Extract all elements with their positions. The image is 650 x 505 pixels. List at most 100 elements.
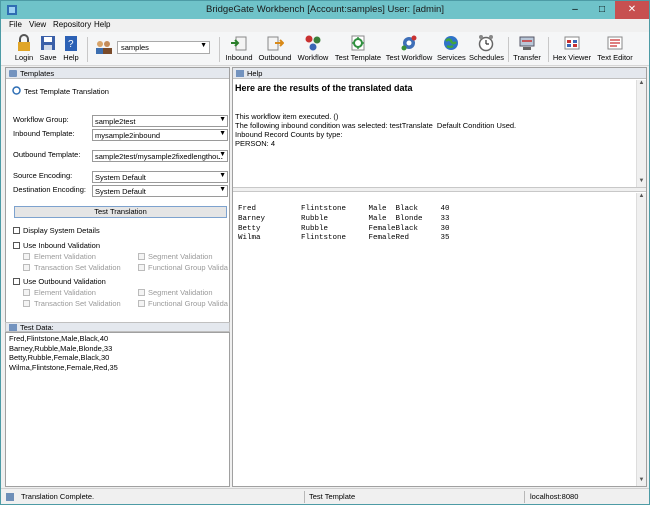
test-workflow-label: Test Workflow bbox=[385, 53, 433, 62]
outbound-button[interactable]: Outbound bbox=[257, 32, 293, 66]
chevron-down-icon: ▼ bbox=[218, 130, 226, 137]
inbound-template-select[interactable]: mysample2inbound ▼ bbox=[92, 129, 228, 141]
workflow-button[interactable]: Workflow bbox=[296, 32, 330, 66]
results-text: This workflow item executed. () The follo… bbox=[235, 112, 516, 148]
help-button[interactable]: ? Help bbox=[61, 32, 81, 66]
results-title: Here are the results of the translated d… bbox=[235, 83, 413, 93]
workflow-group-select[interactable]: sample2test ▼ bbox=[92, 115, 228, 127]
inbound-template-label: Inbound Template: bbox=[13, 129, 75, 138]
services-button[interactable]: Services bbox=[437, 32, 466, 66]
outbound-segment-validation-label: Segment Validation bbox=[148, 288, 213, 297]
output-line: Wilma Flintstone FemaleRed 35 bbox=[238, 234, 450, 243]
schedules-button[interactable]: Schedules bbox=[469, 32, 504, 66]
text-editor-button[interactable]: Text Editor bbox=[594, 32, 636, 66]
services-label: Services bbox=[437, 53, 466, 62]
status-separator bbox=[304, 491, 305, 503]
output-text: Fred Flintstone Male Black 40 Barney Rubb… bbox=[238, 205, 450, 244]
toolbar: Login Save ? Help samples ▼ Inbound Outbo… bbox=[1, 32, 649, 66]
output-scrollbar[interactable]: ▲ ▼ bbox=[636, 193, 646, 486]
workflow-icon bbox=[305, 35, 321, 51]
scroll-down-icon[interactable]: ▼ bbox=[637, 477, 646, 486]
hex-viewer-button[interactable]: Hex Viewer bbox=[552, 32, 592, 66]
workflow-group-value: sample2test bbox=[95, 117, 136, 126]
window-title: BridgeGate Workbench [Account:samples] U… bbox=[206, 4, 444, 15]
workflow-group-label: Workflow Group: bbox=[13, 115, 69, 124]
templates-panel-header: Templates bbox=[6, 68, 229, 79]
close-button[interactable]: ✕ bbox=[615, 1, 649, 19]
outbound-transaction-set-validation-checkbox[interactable] bbox=[23, 300, 30, 307]
help-panel: Help Here are the results of the transla… bbox=[232, 67, 647, 487]
use-outbound-validation-checkbox[interactable] bbox=[13, 278, 20, 285]
status-separator bbox=[524, 491, 525, 503]
chevron-down-icon: ▼ bbox=[218, 172, 226, 179]
text-editor-icon bbox=[607, 36, 623, 50]
outbound-transaction-set-validation-label: Transaction Set Validation bbox=[34, 299, 121, 308]
results-scrollbar[interactable]: ▲ ▼ bbox=[636, 80, 646, 187]
outbound-segment-validation-checkbox[interactable] bbox=[138, 289, 145, 296]
outbound-element-validation-checkbox[interactable] bbox=[23, 289, 30, 296]
test-workflow-button[interactable]: Test Workflow bbox=[385, 32, 433, 66]
outbound-template-value: sample2test/mysample2fixedlengthout bbox=[95, 152, 223, 161]
chevron-down-icon: ▼ bbox=[218, 186, 226, 193]
svg-text:?: ? bbox=[68, 39, 74, 50]
test-translation-button[interactable]: Test Translation bbox=[14, 206, 227, 218]
outbound-functional-group-validation-checkbox[interactable] bbox=[138, 300, 145, 307]
inbound-element-validation-checkbox[interactable] bbox=[23, 253, 30, 260]
display-system-details-checkbox[interactable] bbox=[13, 227, 20, 234]
transfer-button[interactable]: Transfer bbox=[511, 32, 543, 66]
status-message: Translation Complete. bbox=[21, 492, 95, 501]
hex-viewer-label: Hex Viewer bbox=[552, 53, 592, 62]
results-line: This workflow item executed. () bbox=[235, 112, 339, 121]
scroll-down-icon[interactable]: ▼ bbox=[637, 178, 646, 187]
menu-bar: File View Repository Help bbox=[1, 19, 649, 32]
outbound-label: Outbound bbox=[258, 53, 292, 62]
menu-repository[interactable]: Repository bbox=[53, 20, 91, 29]
help-panel-title: Help bbox=[247, 69, 263, 78]
output-line: Betty Rubble FemaleBlack 30 bbox=[238, 224, 450, 233]
templates-panel-title: Templates bbox=[20, 69, 55, 78]
panel-icon bbox=[236, 70, 244, 77]
inbound-button[interactable]: Inbound bbox=[223, 32, 255, 66]
inbound-label: Inbound bbox=[225, 53, 253, 62]
use-inbound-validation-checkbox[interactable] bbox=[13, 242, 20, 249]
maximize-button[interactable]: □ bbox=[589, 1, 615, 19]
outbound-icon bbox=[267, 36, 284, 51]
inbound-functional-group-validation-checkbox[interactable] bbox=[138, 264, 145, 271]
save-button[interactable]: Save bbox=[38, 32, 58, 66]
inbound-transaction-set-validation-checkbox[interactable] bbox=[23, 264, 30, 271]
test-template-button[interactable]: Test Template bbox=[334, 32, 382, 66]
help-label: Help bbox=[63, 53, 79, 62]
login-button[interactable]: Login bbox=[12, 32, 36, 66]
status-template: Test Template bbox=[309, 492, 356, 501]
outbound-template-label: Outbound Template: bbox=[13, 150, 81, 159]
minimize-button[interactable]: – bbox=[561, 1, 589, 19]
source-encoding-label: Source Encoding: bbox=[13, 171, 73, 180]
transfer-icon bbox=[519, 36, 535, 50]
toolbar-separator bbox=[87, 37, 88, 62]
globe-icon bbox=[444, 36, 458, 50]
inbound-segment-validation-checkbox[interactable] bbox=[138, 253, 145, 260]
outbound-template-select[interactable]: sample2test/mysample2fixedlengthout ▼ bbox=[92, 150, 228, 162]
test-data-label: Test Data: bbox=[20, 323, 54, 332]
inbound-element-validation-label: Element Validation bbox=[34, 252, 96, 261]
scroll-up-icon[interactable]: ▲ bbox=[637, 193, 646, 202]
account-select[interactable]: samples ▼ bbox=[117, 41, 210, 54]
menu-help[interactable]: Help bbox=[94, 20, 110, 29]
destination-encoding-select[interactable]: System Default ▼ bbox=[92, 185, 228, 197]
results-line: The following inbound condition was sele… bbox=[235, 121, 517, 130]
panel-icon bbox=[9, 324, 17, 331]
output-line: Fred Flintstone Male Black 40 bbox=[238, 205, 450, 213]
source-encoding-select[interactable]: System Default ▼ bbox=[92, 171, 228, 183]
split-divider[interactable] bbox=[233, 187, 646, 192]
menu-view[interactable]: View bbox=[29, 20, 46, 29]
use-outbound-validation-label: Use Outbound Validation bbox=[23, 277, 106, 286]
test-data-textarea[interactable]: Fred,Flintstone,Male,Black,40 Barney,Rub… bbox=[5, 332, 230, 487]
help-book-icon: ? bbox=[65, 36, 77, 51]
section-title: Test Template Translation bbox=[24, 87, 109, 96]
test-data-line: Fred,Flintstone,Male,Black,40 bbox=[9, 334, 109, 343]
scroll-up-icon[interactable]: ▲ bbox=[637, 80, 646, 89]
login-label: Login bbox=[14, 53, 34, 62]
test-template-label: Test Template bbox=[334, 53, 382, 62]
menu-file[interactable]: File bbox=[9, 20, 22, 29]
test-workflow-icon bbox=[401, 35, 417, 51]
